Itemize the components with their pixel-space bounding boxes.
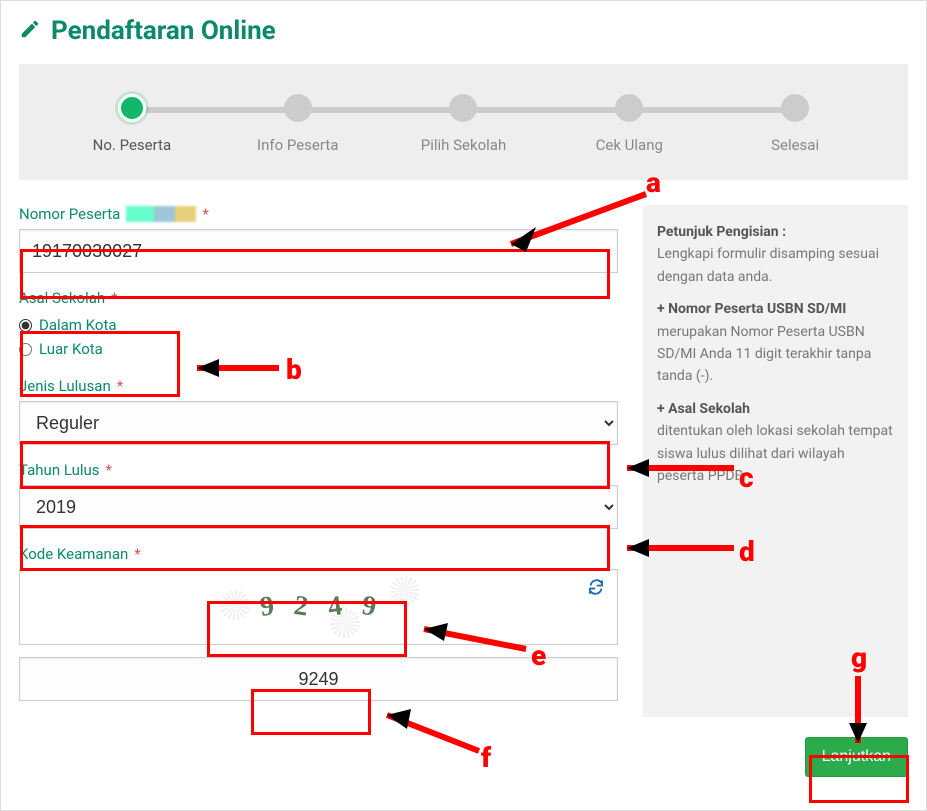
step-label: Cek Ulang xyxy=(596,136,663,154)
redacted-fragment xyxy=(126,206,196,222)
captcha-digit: 9 xyxy=(359,590,379,624)
step-label: Pilih Sekolah xyxy=(421,136,506,154)
step-0[interactable]: No. Peserta xyxy=(49,94,215,154)
asal-sekolah-label: Asal Sekolah * xyxy=(19,289,618,307)
step-dot xyxy=(118,94,146,122)
step-label: No. Peserta xyxy=(93,136,171,154)
asal-option-label: Luar Kota xyxy=(39,340,103,358)
asal-option-luar[interactable]: Luar Kota xyxy=(19,337,618,361)
kode-keamanan-input[interactable] xyxy=(19,657,618,701)
step-dot xyxy=(781,94,809,122)
pencil-icon xyxy=(19,18,41,44)
kode-keamanan-label: Kode Keamanan * xyxy=(19,545,618,563)
page-title: Pendaftaran Online xyxy=(19,16,908,46)
nomor-peserta-label: Nomor Peserta * xyxy=(19,205,618,223)
step-1[interactable]: Info Peserta xyxy=(215,94,381,154)
asal-radio-dalam[interactable] xyxy=(19,319,32,332)
stepper: No. Peserta Info Peserta Pilih Sekolah Cek … xyxy=(19,64,908,180)
step-dot xyxy=(615,94,643,122)
page-title-text: Pendaftaran Online xyxy=(51,16,276,46)
asal-option-label: Dalam Kota xyxy=(39,316,117,334)
jenis-lulusan-label: Jenis Lulusan * xyxy=(19,377,618,395)
tahun-lulus-select[interactable]: 2019 xyxy=(19,485,618,529)
jenis-lulusan-select[interactable]: Reguler xyxy=(19,401,618,445)
asal-option-dalam[interactable]: Dalam Kota xyxy=(19,313,618,337)
captcha-digit: 2 xyxy=(291,590,311,624)
step-dot xyxy=(284,94,312,122)
captcha-image: 9249 xyxy=(19,569,618,645)
tahun-lulus-label: Tahun Lulus * xyxy=(19,461,618,479)
refresh-icon[interactable] xyxy=(587,578,605,600)
captcha-digit: 4 xyxy=(325,590,345,624)
step-label: Selesai xyxy=(771,136,819,154)
lanjutkan-button[interactable]: Lanjutkan xyxy=(805,737,908,777)
asal-radio-luar[interactable] xyxy=(19,343,32,356)
captcha-digit: 9 xyxy=(257,590,277,624)
nomor-peserta-input[interactable] xyxy=(19,229,618,273)
step-3[interactable]: Cek Ulang xyxy=(546,94,712,154)
step-4[interactable]: Selesai xyxy=(712,94,878,154)
step-2[interactable]: Pilih Sekolah xyxy=(381,94,547,154)
help-panel: Petunjuk Pengisian : Lengkapi formulir d… xyxy=(643,205,908,717)
step-label: Info Peserta xyxy=(257,136,338,154)
step-dot xyxy=(449,94,477,122)
